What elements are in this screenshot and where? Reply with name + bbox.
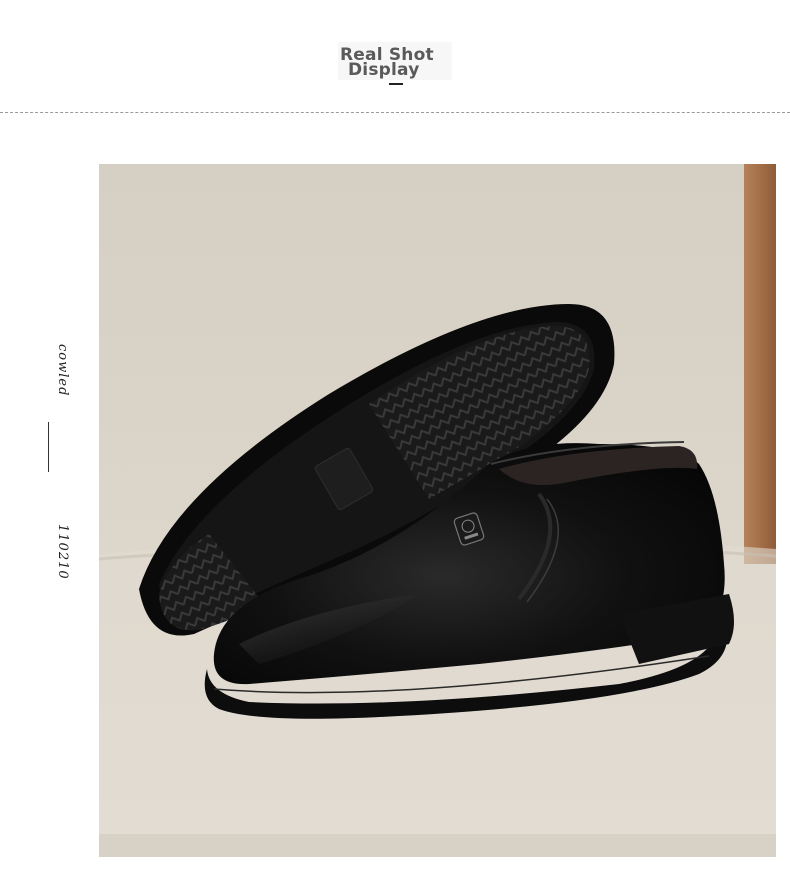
page-title-line2: Display [348, 60, 420, 80]
side-divider-line [48, 422, 49, 472]
side-label-bottom: 110210 [55, 524, 70, 580]
side-label-top: cowled [55, 344, 70, 397]
dashed-divider [0, 112, 790, 113]
product-photo [99, 164, 776, 857]
shoe-photo-illustration [99, 164, 776, 857]
page-title: Real Shot Display [340, 47, 450, 80]
title-underline [389, 83, 403, 85]
